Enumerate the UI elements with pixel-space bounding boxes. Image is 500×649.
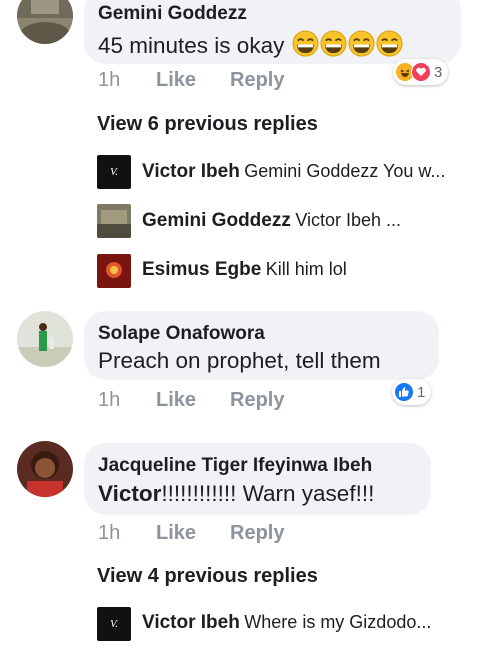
avatar-photo [97,204,131,238]
grinning-face-emoji [376,30,403,57]
like-button[interactable]: Like [156,69,196,92]
reaction-count: 1 [417,383,426,401]
comment-text: Preach on prophet, tell them [98,348,381,373]
comment-bubble: Gemini Goddezz 45 minutes is okay [84,0,461,64]
grinning-face-emoji [348,30,375,57]
reply-button[interactable]: Reply [230,522,284,545]
emoji-group [291,30,403,58]
comment-text: Victor!!!!!!!!!!!! Warn yasef!!! [98,481,374,507]
reply-item: Esimus Egbe Kill him lol [142,259,347,281]
view-previous-replies-link[interactable]: View 6 previous replies [97,113,318,136]
avatar[interactable] [17,311,73,367]
reaction-count: 3 [434,63,443,81]
comment-time[interactable]: 1h [98,522,120,545]
love-reaction-icon [411,62,431,82]
like-reaction-icon [394,382,414,402]
mention-link[interactable]: Victor [98,481,161,506]
reply-avatar[interactable] [97,254,131,288]
reply-text: Victor Ibeh ... [295,210,402,230]
avatar-photo: V. [97,155,131,189]
reply-text: Gemini Goddezz You w... [244,161,446,181]
like-button[interactable]: Like [156,389,196,412]
avatar[interactable] [17,0,73,44]
avatar[interactable] [17,441,73,497]
comment-time[interactable]: 1h [98,69,120,92]
reply-button[interactable]: Reply [230,389,284,412]
grinning-face-emoji [320,30,347,57]
comment-author[interactable]: Jacqueline Tiger Ifeyinwa Ibeh [98,455,372,477]
reply-author[interactable]: Victor Ibeh [142,612,240,633]
comment-text-body: !!!!!!!!!!!! Warn yasef!!! [161,481,375,506]
svg-text:V.: V. [110,166,118,178]
reply-item: Victor Ibeh Gemini Goddezz You w... [142,161,445,183]
avatar-photo: V. [97,607,131,641]
reply-item: Gemini Goddezz Victor Ibeh ... [142,210,401,232]
reply-button[interactable]: Reply [230,69,284,92]
reaction-summary[interactable]: 1 [392,379,432,405]
reply-avatar[interactable] [97,204,131,238]
reply-author[interactable]: Esimus Egbe [142,259,261,280]
reply-text: Kill him lol [265,259,347,279]
reply-item: Victor Ibeh Where is my Gizdodo... [142,612,431,634]
like-button[interactable]: Like [156,522,196,545]
reply-author[interactable]: Gemini Goddezz [142,210,291,231]
comment-text: 45 minutes is okay [98,30,403,59]
comment-text-body: 45 minutes is okay [98,33,285,58]
comment-bubble: Jacqueline Tiger Ifeyinwa Ibeh Victor!!!… [84,443,431,515]
comment-author[interactable]: Gemini Goddezz [98,3,247,25]
reaction-summary[interactable]: 3 [393,59,449,85]
avatar-photo [97,254,131,288]
view-previous-replies-link[interactable]: View 4 previous replies [97,565,318,588]
reply-author[interactable]: Victor Ibeh [142,161,240,182]
comment-author[interactable]: Solape Onafowora [98,323,265,345]
reply-avatar[interactable]: V. [97,607,131,641]
reply-text: Where is my Gizdodo... [244,612,432,632]
grinning-face-emoji [292,30,319,57]
comment-time[interactable]: 1h [98,389,120,412]
svg-text:V.: V. [110,618,118,630]
avatar-photo [17,0,73,44]
avatar-photo [17,311,73,367]
reply-avatar[interactable]: V. [97,155,131,189]
comment-bubble: Solape Onafowora Preach on prophet, tell… [84,311,439,380]
avatar-photo [17,441,73,497]
